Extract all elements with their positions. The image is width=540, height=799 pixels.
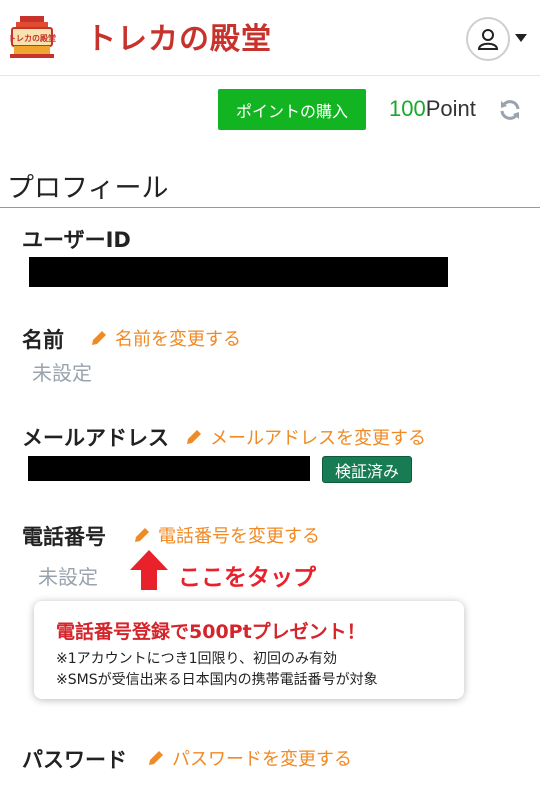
- logo-text: トレカの殿堂: [86, 22, 272, 57]
- divider: [0, 207, 540, 208]
- pencil-icon: [135, 528, 149, 542]
- edit-name-link[interactable]: 名前を変更する: [89, 325, 241, 351]
- refresh-icon[interactable]: [498, 98, 522, 122]
- promo-note-2: ※SMSが受信出来る日本国内の携帯電話番号が対象: [56, 672, 378, 688]
- edit-password-link[interactable]: パスワードを変更する: [146, 745, 352, 771]
- phone-label: 電話番号: [22, 525, 106, 549]
- promo-title: 電話番号登録で500Ptプレゼント！: [56, 621, 366, 643]
- password-label: パスワード: [22, 748, 127, 772]
- edit-email-link[interactable]: メールアドレスを変更する: [184, 424, 426, 450]
- redacted-email: [28, 456, 310, 481]
- user-id-label: ユーザーID: [22, 228, 131, 252]
- point-amount: 100: [389, 96, 426, 121]
- point-unit: Point: [425, 96, 476, 121]
- edit-email-label: メールアドレスを変更する: [210, 428, 426, 449]
- app-header: トレカの殿堂 トレカの殿堂: [0, 0, 540, 76]
- account-button[interactable]: [466, 17, 510, 61]
- tap-here-hint: ここをタップ: [178, 565, 316, 591]
- logo-icon[interactable]: トレカの殿堂: [8, 14, 56, 60]
- promo-note-1: ※1アカウントにつき1回限り、初回のみ有効: [56, 651, 337, 667]
- chevron-down-icon[interactable]: [515, 34, 527, 42]
- buy-points-button[interactable]: ポイントの購入: [218, 89, 366, 130]
- point-balance: 100Point: [389, 96, 476, 122]
- site-logo-text[interactable]: トレカの殿堂: [86, 14, 272, 58]
- phone-promo-card: 電話番号登録で500Ptプレゼント！ ※1アカウントにつき1回限り、初回のみ有効…: [34, 601, 464, 699]
- email-label: メールアドレス: [22, 426, 169, 450]
- redacted-user-id: [29, 257, 448, 287]
- pencil-icon: [149, 751, 163, 765]
- arrow-up-icon: [130, 550, 168, 590]
- name-value: 未設定: [32, 361, 92, 385]
- edit-phone-label: 電話番号を変更する: [158, 526, 320, 547]
- edit-password-label: パスワードを変更する: [172, 749, 352, 770]
- verified-badge: 検証済み: [322, 456, 412, 483]
- logo-badge-text: トレカの殿堂: [8, 33, 56, 43]
- page-title: プロフィール: [7, 173, 169, 204]
- edit-phone-link[interactable]: 電話番号を変更する: [132, 522, 320, 548]
- user-icon: [477, 29, 499, 50]
- phone-value: 未設定: [38, 565, 98, 589]
- edit-name-label: 名前を変更する: [115, 329, 241, 350]
- pencil-icon: [187, 430, 201, 444]
- pencil-icon: [92, 331, 106, 345]
- name-label: 名前: [22, 328, 64, 352]
